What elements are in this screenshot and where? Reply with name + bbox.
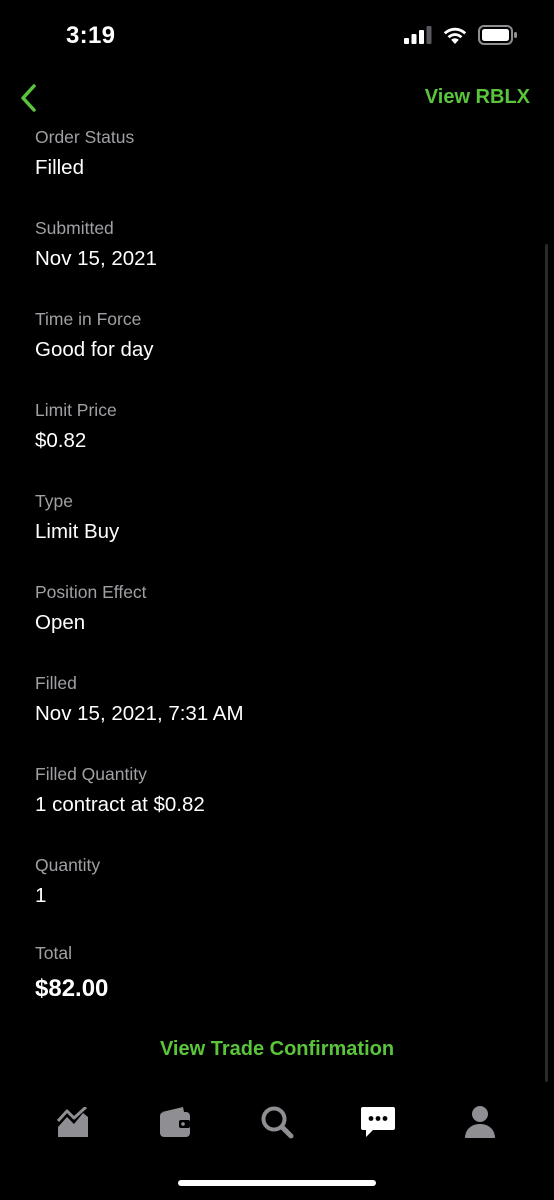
detail-label: Order Status [35, 127, 135, 147]
messages-icon [361, 1107, 395, 1137]
detail-label: Position Effect [35, 582, 147, 602]
detail-value: Good for day [35, 338, 154, 361]
detail-label: Limit Price [35, 400, 117, 420]
detail-value: Nov 15, 2021, 7:31 AM [35, 702, 244, 725]
cellular-signal-icon [404, 26, 432, 44]
battery-icon [478, 25, 517, 45]
detail-label: Filled Quantity [35, 764, 147, 784]
detail-time-in-force: Time in Force Good for day [35, 308, 515, 399]
account-icon [465, 1106, 495, 1138]
tab-search[interactable] [255, 1102, 299, 1142]
detail-value: 1 [35, 884, 47, 907]
detail-label: Type [35, 491, 73, 511]
detail-type: Type Limit Buy [35, 490, 515, 581]
detail-value: 1 contract at $0.82 [35, 793, 205, 816]
detail-filled: Filled Nov 15, 2021, 7:31 AM [35, 672, 515, 763]
detail-label: Filled [35, 673, 77, 693]
status-icons [404, 25, 518, 45]
detail-position-effect: Position Effect Open [35, 581, 515, 672]
wifi-icon [443, 27, 467, 44]
tab-wallet[interactable] [153, 1102, 197, 1142]
detail-value: $0.82 [35, 429, 87, 452]
tab-bar [0, 1096, 554, 1146]
detail-label: Submitted [35, 218, 114, 238]
detail-label: Time in Force [35, 309, 142, 329]
navigation-bar: View RBLX [0, 76, 554, 120]
status-bar: 3:19 [0, 0, 554, 72]
scroll-indicator[interactable] [545, 244, 548, 1082]
tab-account[interactable] [458, 1102, 502, 1142]
total-block: Total $82.00 [35, 942, 108, 1004]
detail-value: Filled [35, 156, 84, 179]
total-label: Total [35, 943, 72, 963]
search-icon [261, 1106, 294, 1139]
order-details: Order Status Filled Submitted Nov 15, 20… [35, 126, 515, 945]
detail-submitted: Submitted Nov 15, 2021 [35, 217, 515, 308]
detail-filled-quantity: Filled Quantity 1 contract at $0.82 [35, 763, 515, 854]
detail-quantity: Quantity 1 [35, 854, 515, 945]
detail-label: Quantity [35, 855, 101, 875]
detail-order-status: Order Status Filled [35, 126, 515, 217]
total-value: $82.00 [35, 975, 109, 1002]
detail-value: Limit Buy [35, 520, 120, 543]
tab-messages[interactable] [356, 1102, 400, 1142]
chart-icon [56, 1107, 88, 1137]
back-button[interactable] [8, 78, 48, 118]
detail-value: Open [35, 611, 86, 634]
tab-chart[interactable] [51, 1102, 95, 1142]
status-time: 3:19 [66, 22, 116, 49]
chevron-left-icon [21, 84, 36, 112]
home-indicator [178, 1180, 376, 1186]
detail-value: Nov 15, 2021 [35, 247, 157, 270]
detail-limit-price: Limit Price $0.82 [35, 399, 515, 490]
wallet-icon [160, 1107, 190, 1137]
view-rblx-link[interactable]: View RBLX [425, 86, 530, 109]
view-trade-confirmation-link[interactable]: View Trade Confirmation [0, 1038, 554, 1061]
